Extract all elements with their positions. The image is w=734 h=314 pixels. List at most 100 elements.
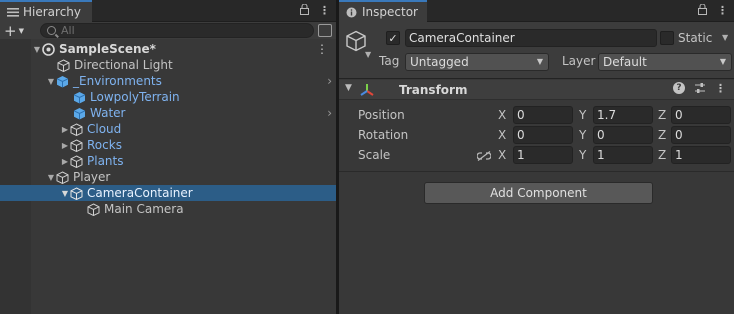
tree-item-player[interactable]: ▼ Player [0, 169, 336, 185]
help-icon[interactable]: ? [673, 82, 685, 94]
tab-inspector-label: Inspector [362, 5, 418, 19]
gameobject-icon [70, 154, 83, 168]
transform-icon [359, 82, 375, 98]
prefab-icon [56, 75, 69, 88]
gameobject-icon [87, 202, 100, 216]
chevron-right-icon[interactable]: › [327, 106, 332, 120]
hierarchy-panel: Hierarchy ⋮ + ▼ All ▼ SampleScene* ⋮ Dir… [0, 0, 336, 314]
tree-item-label: CameraContainer [87, 186, 193, 200]
rotation-y-field[interactable]: 0 [593, 126, 653, 144]
plus-icon: + [4, 21, 17, 40]
gameobject-icon [57, 58, 70, 72]
hierarchy-tree: ▼ SampleScene* ⋮ Directional Light ▼ _En… [0, 39, 336, 314]
tree-item-directional-light[interactable]: Directional Light [0, 57, 336, 73]
active-checkbox[interactable]: ✓ [386, 31, 400, 45]
tree-item-label: SampleScene* [59, 42, 156, 56]
axis-x-label[interactable]: X [498, 148, 506, 162]
add-component-button[interactable]: Add Component [424, 182, 653, 204]
transform-component-header[interactable]: ▼ Transform ? ⋮ [339, 80, 734, 100]
position-label: Position [358, 108, 405, 122]
axis-z-label[interactable]: Z [658, 148, 666, 162]
collapse-arrow-icon[interactable]: ▶ [60, 125, 70, 134]
presets-icon[interactable] [694, 82, 706, 97]
tree-item-rocks[interactable]: ▶ Rocks [0, 137, 336, 153]
lock-icon[interactable] [698, 3, 707, 18]
position-z-field[interactable]: 0 [671, 106, 731, 124]
search-icon [47, 26, 56, 35]
hamburger-icon [6, 6, 19, 18]
layer-dropdown-value: Default [603, 55, 647, 69]
tree-item-environments[interactable]: ▼ _Environments › [0, 73, 336, 89]
search-by-type-button[interactable] [318, 24, 332, 37]
tree-item-label: _Environments [73, 74, 162, 88]
tree-item-cameracontainer[interactable]: ▼ CameraContainer [0, 185, 336, 201]
hierarchy-tab-bar: Hierarchy ⋮ [0, 0, 336, 22]
lock-icon[interactable] [300, 3, 309, 18]
gameobject-icon [56, 170, 69, 184]
prefab-icon [73, 107, 86, 120]
kebab-menu-icon[interactable]: ⋮ [717, 4, 728, 18]
expand-arrow-icon[interactable]: ▼ [32, 45, 42, 54]
axis-y-label[interactable]: Y [579, 108, 586, 122]
tab-hierarchy[interactable]: Hierarchy [0, 0, 92, 22]
rotation-x-field[interactable]: 0 [513, 126, 573, 144]
axis-y-label[interactable]: Y [579, 128, 586, 142]
tag-dropdown[interactable]: Untagged ▼ [405, 53, 549, 71]
kebab-menu-icon[interactable]: ⋮ [316, 42, 328, 56]
collapse-arrow-icon[interactable]: ▶ [60, 157, 70, 166]
axis-z-label[interactable]: Z [658, 128, 666, 142]
tree-item-label: Player [73, 170, 111, 184]
expand-arrow-icon[interactable]: ▼ [46, 77, 56, 86]
axis-x-label[interactable]: X [498, 128, 506, 142]
static-checkbox[interactable] [660, 31, 674, 45]
inspector-panel: Inspector ⋮ ▼ ✓ CameraContainer Static ▼… [339, 0, 734, 314]
tree-item-plants[interactable]: ▶ Plants [0, 153, 336, 169]
tree-item-main-camera[interactable]: Main Camera [0, 201, 336, 217]
gameobject-icon[interactable]: ▼ [345, 30, 371, 59]
chevron-down-icon: ▼ [719, 57, 726, 66]
expand-arrow-icon[interactable]: ▼ [60, 189, 70, 198]
object-name-field[interactable]: CameraContainer [405, 29, 657, 47]
constrain-proportions-icon[interactable] [476, 150, 492, 161]
scale-label: Scale [358, 148, 391, 162]
expand-arrow-icon[interactable]: ▼ [345, 83, 352, 93]
collapse-arrow-icon[interactable]: ▶ [60, 141, 70, 150]
tree-item-water[interactable]: Water › [0, 105, 336, 121]
prefab-icon [73, 91, 86, 104]
position-y-field[interactable]: 1.7 [593, 106, 653, 124]
unity-scene-icon [42, 42, 55, 56]
tab-inspector[interactable]: Inspector [339, 0, 427, 22]
search-input[interactable]: All [40, 23, 314, 38]
tree-item-label: Water [90, 106, 126, 120]
scale-x-field[interactable]: 1 [513, 146, 573, 164]
tree-item-lowpolyterrain[interactable]: LowpolyTerrain [0, 89, 336, 105]
kebab-menu-icon[interactable]: ⋮ [715, 82, 726, 97]
search-placeholder: All [61, 24, 75, 37]
gameobject-icon [70, 138, 83, 152]
inspector-header: ▼ ✓ CameraContainer Static ▼ Tag Untagge… [339, 22, 734, 79]
kebab-menu-icon[interactable]: ⋮ [319, 4, 330, 18]
tree-item-label: Cloud [87, 122, 122, 136]
tree-item-cloud[interactable]: ▶ Cloud [0, 121, 336, 137]
create-button[interactable]: + ▼ [4, 21, 32, 40]
tree-item-label: Main Camera [104, 202, 184, 216]
scale-z-field[interactable]: 1 [671, 146, 731, 164]
chevron-down-icon: ▼ [536, 57, 543, 66]
chevron-down-icon[interactable]: ▼ [722, 33, 728, 42]
axis-x-label[interactable]: X [498, 108, 506, 122]
tree-item-label: Rocks [87, 138, 122, 152]
hierarchy-toolbar: + ▼ All [0, 21, 336, 40]
tab-hierarchy-label: Hierarchy [23, 5, 82, 19]
gameobject-icon [70, 186, 83, 200]
layer-dropdown[interactable]: Default ▼ [598, 53, 732, 71]
tree-item-samplescene[interactable]: ▼ SampleScene* ⋮ [0, 41, 336, 57]
gameobject-icon [70, 122, 83, 136]
axis-y-label[interactable]: Y [579, 148, 586, 162]
scale-y-field[interactable]: 1 [593, 146, 653, 164]
position-x-field[interactable]: 0 [513, 106, 573, 124]
chevron-right-icon[interactable]: › [327, 74, 332, 88]
divider [339, 171, 734, 172]
expand-arrow-icon[interactable]: ▼ [46, 173, 56, 182]
axis-z-label[interactable]: Z [658, 108, 666, 122]
rotation-z-field[interactable]: 0 [671, 126, 731, 144]
